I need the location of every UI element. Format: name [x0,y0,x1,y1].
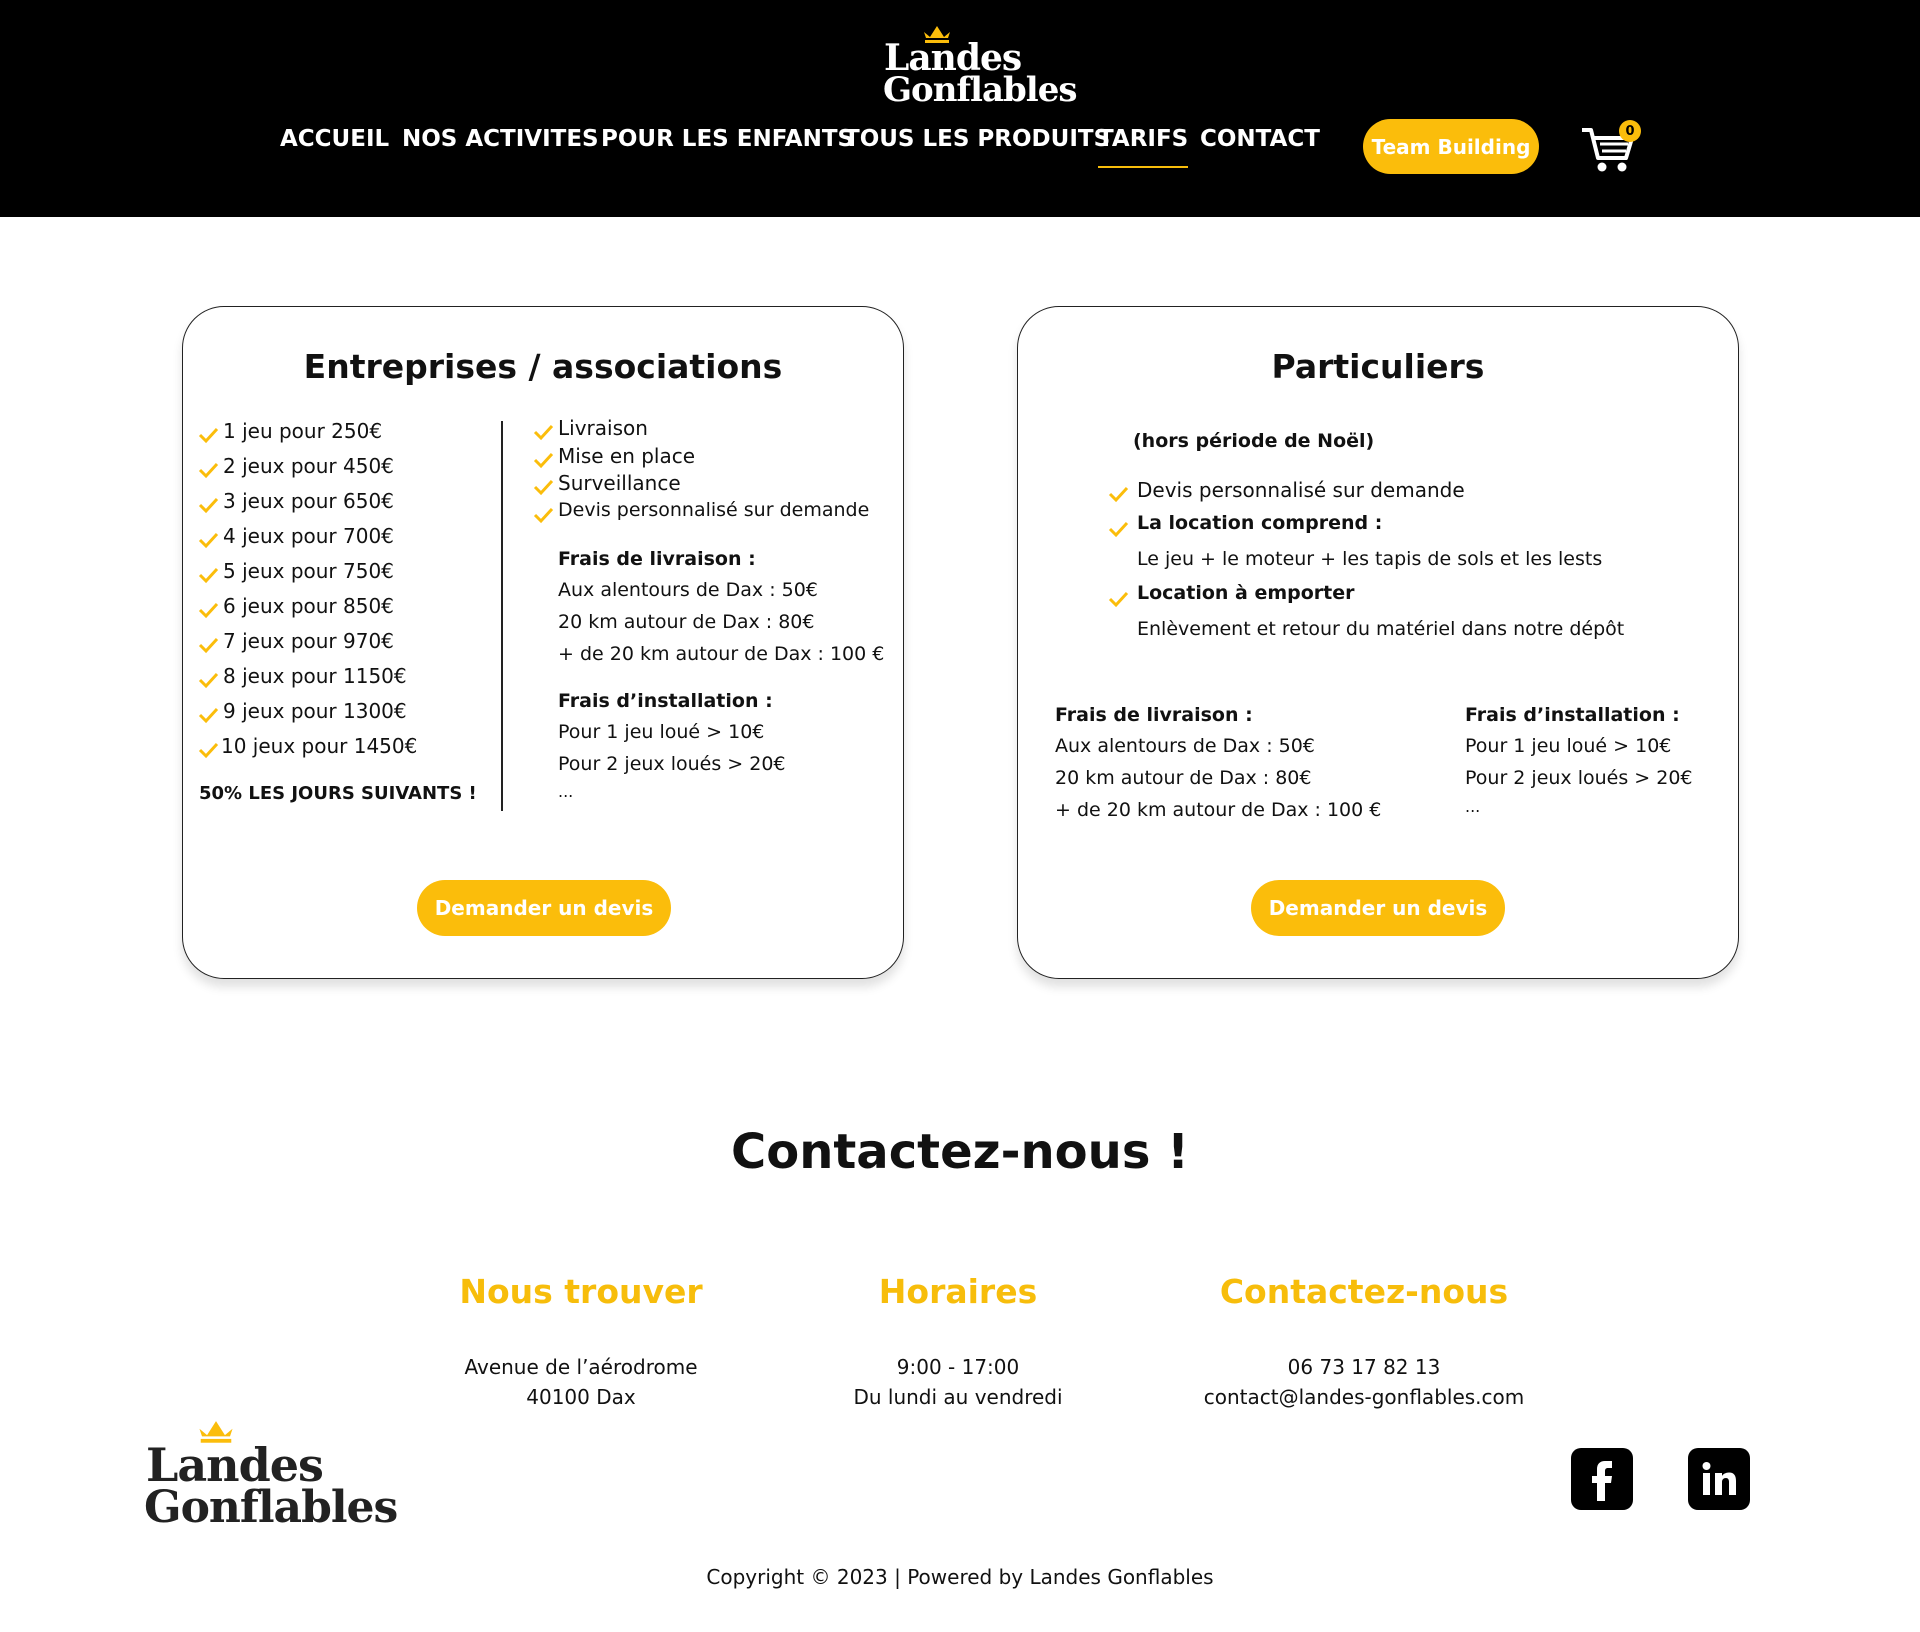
delivery-fee-line: Aux alentours de Dax : 50€ [558,579,818,601]
pricing-card-business: Entreprises / associations 1 jeu pour 25… [182,306,904,979]
install-fee-line: ... [558,782,574,801]
nav-item-tous-les-produits[interactable]: TOUS LES PRODUITS [844,126,1110,152]
price-item: 3 jeux pour 650€ [223,489,394,513]
check-icon [1108,521,1129,538]
delivery-fees-title: Frais de livraison : [558,548,756,570]
address-line: 40100 Dax [526,1385,636,1409]
nav-item-tarifs[interactable]: TARIFS [1098,126,1189,168]
check-icon [533,452,554,469]
phone-number[interactable]: 06 73 17 82 13 [1288,1355,1441,1379]
request-quote-button[interactable]: Demander un devis [417,880,671,936]
check-icon [198,497,219,514]
price-item: 5 jeux pour 750€ [223,559,394,583]
column-divider [501,421,503,811]
email-link[interactable]: contact@landes-gonflables.com [1204,1385,1524,1409]
footer-logo[interactable]: Landes Gonflables [144,1412,398,1542]
check-icon [198,602,219,619]
card-subtitle: (hors période de Noël) [1133,430,1375,452]
delivery-fee-line: 20 km autour de Dax : 80€ [558,611,815,633]
request-quote-button[interactable]: Demander un devis [1251,880,1505,936]
price-item: 2 jeux pour 450€ [223,454,394,478]
service-item: Surveillance [558,471,681,495]
price-item: 7 jeux pour 970€ [223,629,394,653]
contact-heading: Contactez-nous [1219,1272,1509,1311]
facebook-button[interactable] [1571,1448,1633,1510]
card-title: Particuliers [1271,347,1485,386]
service-item: Mise en place [558,444,696,468]
find-us-heading: Nous trouver [459,1272,703,1311]
check-icon [533,507,554,524]
contact-section-title: Contactez-nous ! [730,1124,1189,1180]
check-icon [198,462,219,479]
copyright-text: Copyright © 2023 | Powered by Landes Gon… [706,1565,1214,1589]
check-icon [198,427,219,444]
cart-button[interactable]: 0 [1580,120,1641,172]
install-fees-title: Frais d’installation : [558,690,773,712]
price-item: 4 jeux pour 700€ [223,524,394,548]
check-icon [198,707,219,724]
install-fee-line: Pour 2 jeux loués > 20€ [558,753,786,775]
facebook-icon [1592,1461,1612,1501]
delivery-fees-title: Frais de livraison : [1055,704,1253,726]
check-icon [1108,591,1129,608]
delivery-fee-line: 20 km autour de Dax : 80€ [1055,767,1312,789]
site-logo[interactable]: Landes Gonflables [880,18,1077,113]
service-item: Livraison [558,416,648,440]
private-item: Devis personnalisé sur demande [1137,478,1465,502]
address-line: Avenue de l’aérodrome [464,1355,698,1379]
check-icon [198,742,219,759]
pricing-card-private: Particuliers (hors période de Noël) Devi… [1017,306,1739,979]
install-fee-line: Pour 1 jeu loué > 10€ [1465,735,1672,757]
nav-item-nos-activites[interactable]: NOS ACTIVITES [402,126,599,152]
private-item-text: Enlèvement et retour du matériel dans no… [1137,618,1625,640]
install-fees-title: Frais d’installation : [1465,704,1680,726]
nav-item-pour-les-enfants[interactable]: POUR LES ENFANTS [601,126,854,152]
price-item: 8 jeux pour 1150€ [223,664,407,688]
check-icon [198,672,219,689]
team-building-button[interactable]: Team Building [1363,119,1539,174]
price-item: 9 jeux pour 1300€ [223,699,407,723]
private-item-title: Location à emporter [1137,582,1355,604]
delivery-fee-line: Aux alentours de Dax : 50€ [1055,735,1315,757]
private-item-text: Le jeu + le moteur + les tapis de sols e… [1137,548,1603,570]
install-fee-line: Pour 2 jeux loués > 20€ [1465,767,1693,789]
private-item-title: La location comprend : [1137,512,1383,534]
check-icon [533,424,554,441]
card-title: Entreprises / associations [303,347,783,386]
price-item: 6 jeux pour 850€ [223,594,394,618]
install-fee-line: Pour 1 jeu loué > 10€ [558,721,765,743]
price-item: 1 jeu pour 250€ [223,419,383,443]
logo-line-2: Gonflables [144,1482,398,1533]
service-item: Devis personnalisé sur demande [558,499,870,521]
check-icon [533,479,554,496]
discount-note: 50% LES JOURS SUIVANTS ! [199,783,477,804]
hours-line: 9:00 - 17:00 [896,1355,1020,1379]
check-icon [198,637,219,654]
delivery-fee-line: + de 20 km autour de Dax : 100 € [1055,799,1382,821]
linkedin-icon [1702,1462,1736,1495]
price-item: 10 jeux pour 1450€ [221,734,418,758]
hours-line: Du lundi au vendredi [853,1385,1063,1409]
logo-line-2: Gonflables [883,70,1077,110]
site-header: Landes Gonflables ACCUEIL NOS ACTIVITES … [0,0,1920,217]
nav-item-contact[interactable]: CONTACT [1200,126,1320,152]
delivery-fee-line: + de 20 km autour de Dax : 100 € [558,643,885,665]
install-fee-line: ... [1465,797,1481,816]
cart-count-badge: 0 [1619,120,1641,142]
linkedin-button[interactable] [1688,1448,1750,1510]
check-icon [198,532,219,549]
check-icon [1108,486,1129,503]
hours-heading: Horaires [878,1272,1038,1311]
nav-item-accueil[interactable]: ACCUEIL [280,126,389,152]
check-icon [198,567,219,584]
